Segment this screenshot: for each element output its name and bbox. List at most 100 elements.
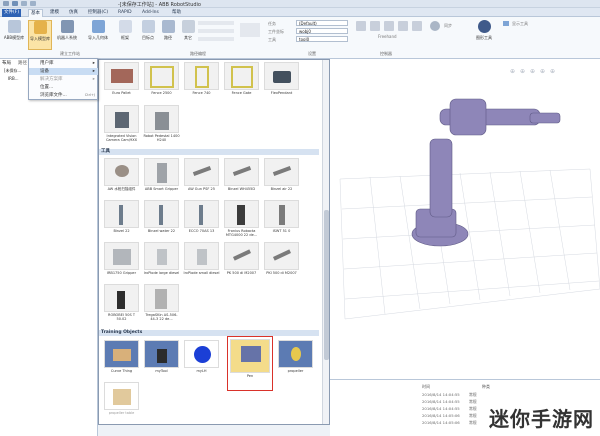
gallery-item-flexpendant[interactable]: FlexPendant (263, 62, 300, 102)
sync-icon[interactable] (430, 21, 440, 31)
floor-grid (339, 168, 600, 320)
gallery-scrollbar[interactable] (322, 60, 329, 424)
log-row[interactable]: 2016/8/14 14:04:55 常规 (422, 398, 477, 405)
tab-simulation[interactable]: 仿真 (67, 9, 80, 17)
other-button[interactable]: 其它 (176, 20, 200, 50)
gallery-tool-item[interactable]: Binzel 22 (103, 200, 140, 240)
tree-item-robot[interactable]: IRB... (8, 76, 19, 81)
curve-thing-icon (104, 340, 139, 368)
jog-reorient-icon[interactable] (412, 21, 422, 31)
gallery-tool-item[interactable]: ROBOBEI 50S T 50.02 (103, 284, 140, 324)
gallery-item-euro-pallet[interactable]: Euro Pallet (103, 62, 140, 102)
tab-home[interactable]: 基本 (28, 9, 43, 17)
gallery-tool-item[interactable]: Binzel air 22 (263, 158, 300, 198)
log-row[interactable]: 2016/8/14 14:05:06 常规 (422, 412, 477, 419)
gallery-tool-item[interactable]: AW Gun PSF 25 (183, 158, 220, 198)
robot-system-button[interactable]: 机器人系统 (55, 20, 79, 50)
tab-addins[interactable]: Add-Ins (140, 9, 161, 17)
import-library-button[interactable]: 导入模型库 (28, 20, 52, 50)
tab-modeling[interactable]: 建模 (48, 9, 61, 17)
gate-icon (224, 62, 259, 90)
welding-gun-icon (264, 242, 299, 270)
log-row[interactable]: 2016/8/14 14:05:06 常规 (422, 419, 477, 426)
gallery-tool-item[interactable]: ABB Smart Gripper (143, 158, 180, 198)
gallery-item-robot-pedestal[interactable]: Robot Pedestal 1400 H240 (143, 105, 180, 145)
rotate-icon[interactable] (370, 21, 380, 31)
undo-icon[interactable] (21, 1, 27, 6)
gallery-tool-item[interactable]: TregaSKin AS-506-44-3 22 de... (143, 284, 180, 324)
gallery-tool-item[interactable]: IRB1750 Gripper (103, 242, 140, 282)
flexpendant-icon (264, 62, 299, 90)
gallery-tool-item[interactable]: PK 500 di M2007 (223, 242, 260, 282)
gallery-training-item[interactable]: propeller (277, 340, 314, 380)
menu-item-locations[interactable]: 位置... (29, 84, 98, 91)
gallery-tool-item[interactable]: PKI 500 di M2007 (263, 242, 300, 282)
scrollbar-thumb[interactable] (324, 210, 329, 360)
gallery-tool-item[interactable]: AW 水枪扫描组件 (103, 158, 140, 198)
welding-gun-icon (184, 200, 219, 228)
gallery-training-item[interactable]: myLH (183, 340, 220, 380)
tab-paths[interactable]: 路径 (18, 60, 27, 66)
graphics-tools-button[interactable]: 图形工具 (472, 20, 496, 50)
category-training-objects: Training Objects (99, 330, 319, 336)
chevron-right-icon: ▸ (92, 69, 95, 74)
save-icon[interactable] (12, 1, 18, 6)
gripper-icon (104, 242, 139, 270)
geometry-icon (91, 20, 105, 33)
gallery-tool-item[interactable]: ISWT 51 0 (263, 200, 300, 240)
menu-item-solution-library[interactable]: 解决方案库 ▸ (29, 76, 98, 83)
gallery-training-item[interactable]: propeller table (103, 382, 140, 422)
fence-icon (184, 62, 219, 90)
menu-item-equipment[interactable]: 设备 ▸ (29, 68, 98, 75)
move-icon[interactable] (356, 21, 366, 31)
3d-viewport[interactable]: ⊕ ⊕ ⊕ ⊕ ⊕ (330, 59, 600, 379)
workobj-combo[interactable]: wobj0 (296, 28, 348, 34)
gallery-item-fence-gate[interactable]: Fence Gate (223, 62, 260, 102)
frame-button[interactable]: 框架 (113, 20, 137, 50)
log-header-category: 种类 (482, 384, 490, 389)
gallery-item-fence-2500[interactable]: Fence 2500 (143, 62, 180, 102)
tab-rapid[interactable]: RAPID (116, 9, 134, 17)
layout-panel: 布局 路径 [未保存... IRB... (0, 59, 98, 436)
sync-label[interactable]: 同步 (444, 23, 452, 29)
import-geometry-button[interactable]: 导入几何体 (86, 20, 110, 50)
gallery-training-item[interactable]: Curve Thing (103, 340, 140, 380)
pen-icon (230, 339, 270, 373)
propeller-icon (278, 340, 313, 368)
task-combo[interactable]: (Default) (296, 20, 348, 26)
camera-icon (104, 105, 139, 133)
robot-wrist (529, 112, 561, 124)
gallery-training-item[interactable]: myTool (143, 340, 180, 380)
tree-item-station[interactable]: [未保存... (4, 68, 21, 74)
abb-library-button[interactable]: ABB模型库 (2, 20, 26, 50)
app-menu-icon[interactable] (3, 1, 9, 6)
log-row[interactable]: 2016/8/14 14:04:55 常规 (422, 405, 477, 412)
tool-combo[interactable]: tool0 (296, 36, 348, 42)
menu-item-browse-library[interactable]: 浏览库文件... Ctrl+J (29, 92, 98, 99)
menu-item-user-library[interactable]: 用户库 ▸ (29, 60, 98, 67)
tab-controller[interactable]: 控制器(C) (86, 9, 110, 17)
tab-file[interactable]: 文件(F) (2, 9, 22, 17)
gallery-training-item-selected[interactable]: Pen (227, 336, 273, 391)
robot-model[interactable] (411, 98, 561, 247)
redo-icon[interactable] (30, 1, 36, 6)
other-icon (181, 20, 195, 33)
gallery-item-vision-camera[interactable]: Integrated Vision Camera Cam/9XX (103, 105, 140, 149)
gallery-tool-item[interactable]: IrxPlode small diesel (183, 242, 220, 282)
jog-joint-icon[interactable] (384, 21, 394, 31)
gallery-item-fence-740[interactable]: Fence 740 (183, 62, 220, 102)
tab-help[interactable]: 帮助 (170, 9, 183, 17)
tab-layout[interactable]: 布局 (2, 60, 11, 66)
multimove-placeholder (240, 23, 260, 37)
gallery-tool-item[interactable]: Binzel WH455D (223, 158, 260, 198)
gallery-tool-item[interactable]: IrxPlode large diesel (143, 242, 180, 282)
gallery-tool-item[interactable]: Binzel water 22 (143, 200, 180, 240)
jog-linear-icon[interactable] (398, 21, 408, 31)
show-tools-label[interactable]: 显示工具 (512, 21, 528, 27)
gallery-tool-item[interactable]: ECCO 70AS 13 (183, 200, 220, 240)
svg-text:⊕: ⊕ (530, 68, 535, 75)
gallery-tool-item[interactable]: Fronius Robacta MTG4000 22 de... (223, 200, 260, 240)
welding-gun-icon (184, 158, 219, 186)
log-row[interactable]: 2016/8/14 14:04:55 常规 (422, 391, 477, 398)
freehand-tools: Freehand (356, 21, 424, 43)
